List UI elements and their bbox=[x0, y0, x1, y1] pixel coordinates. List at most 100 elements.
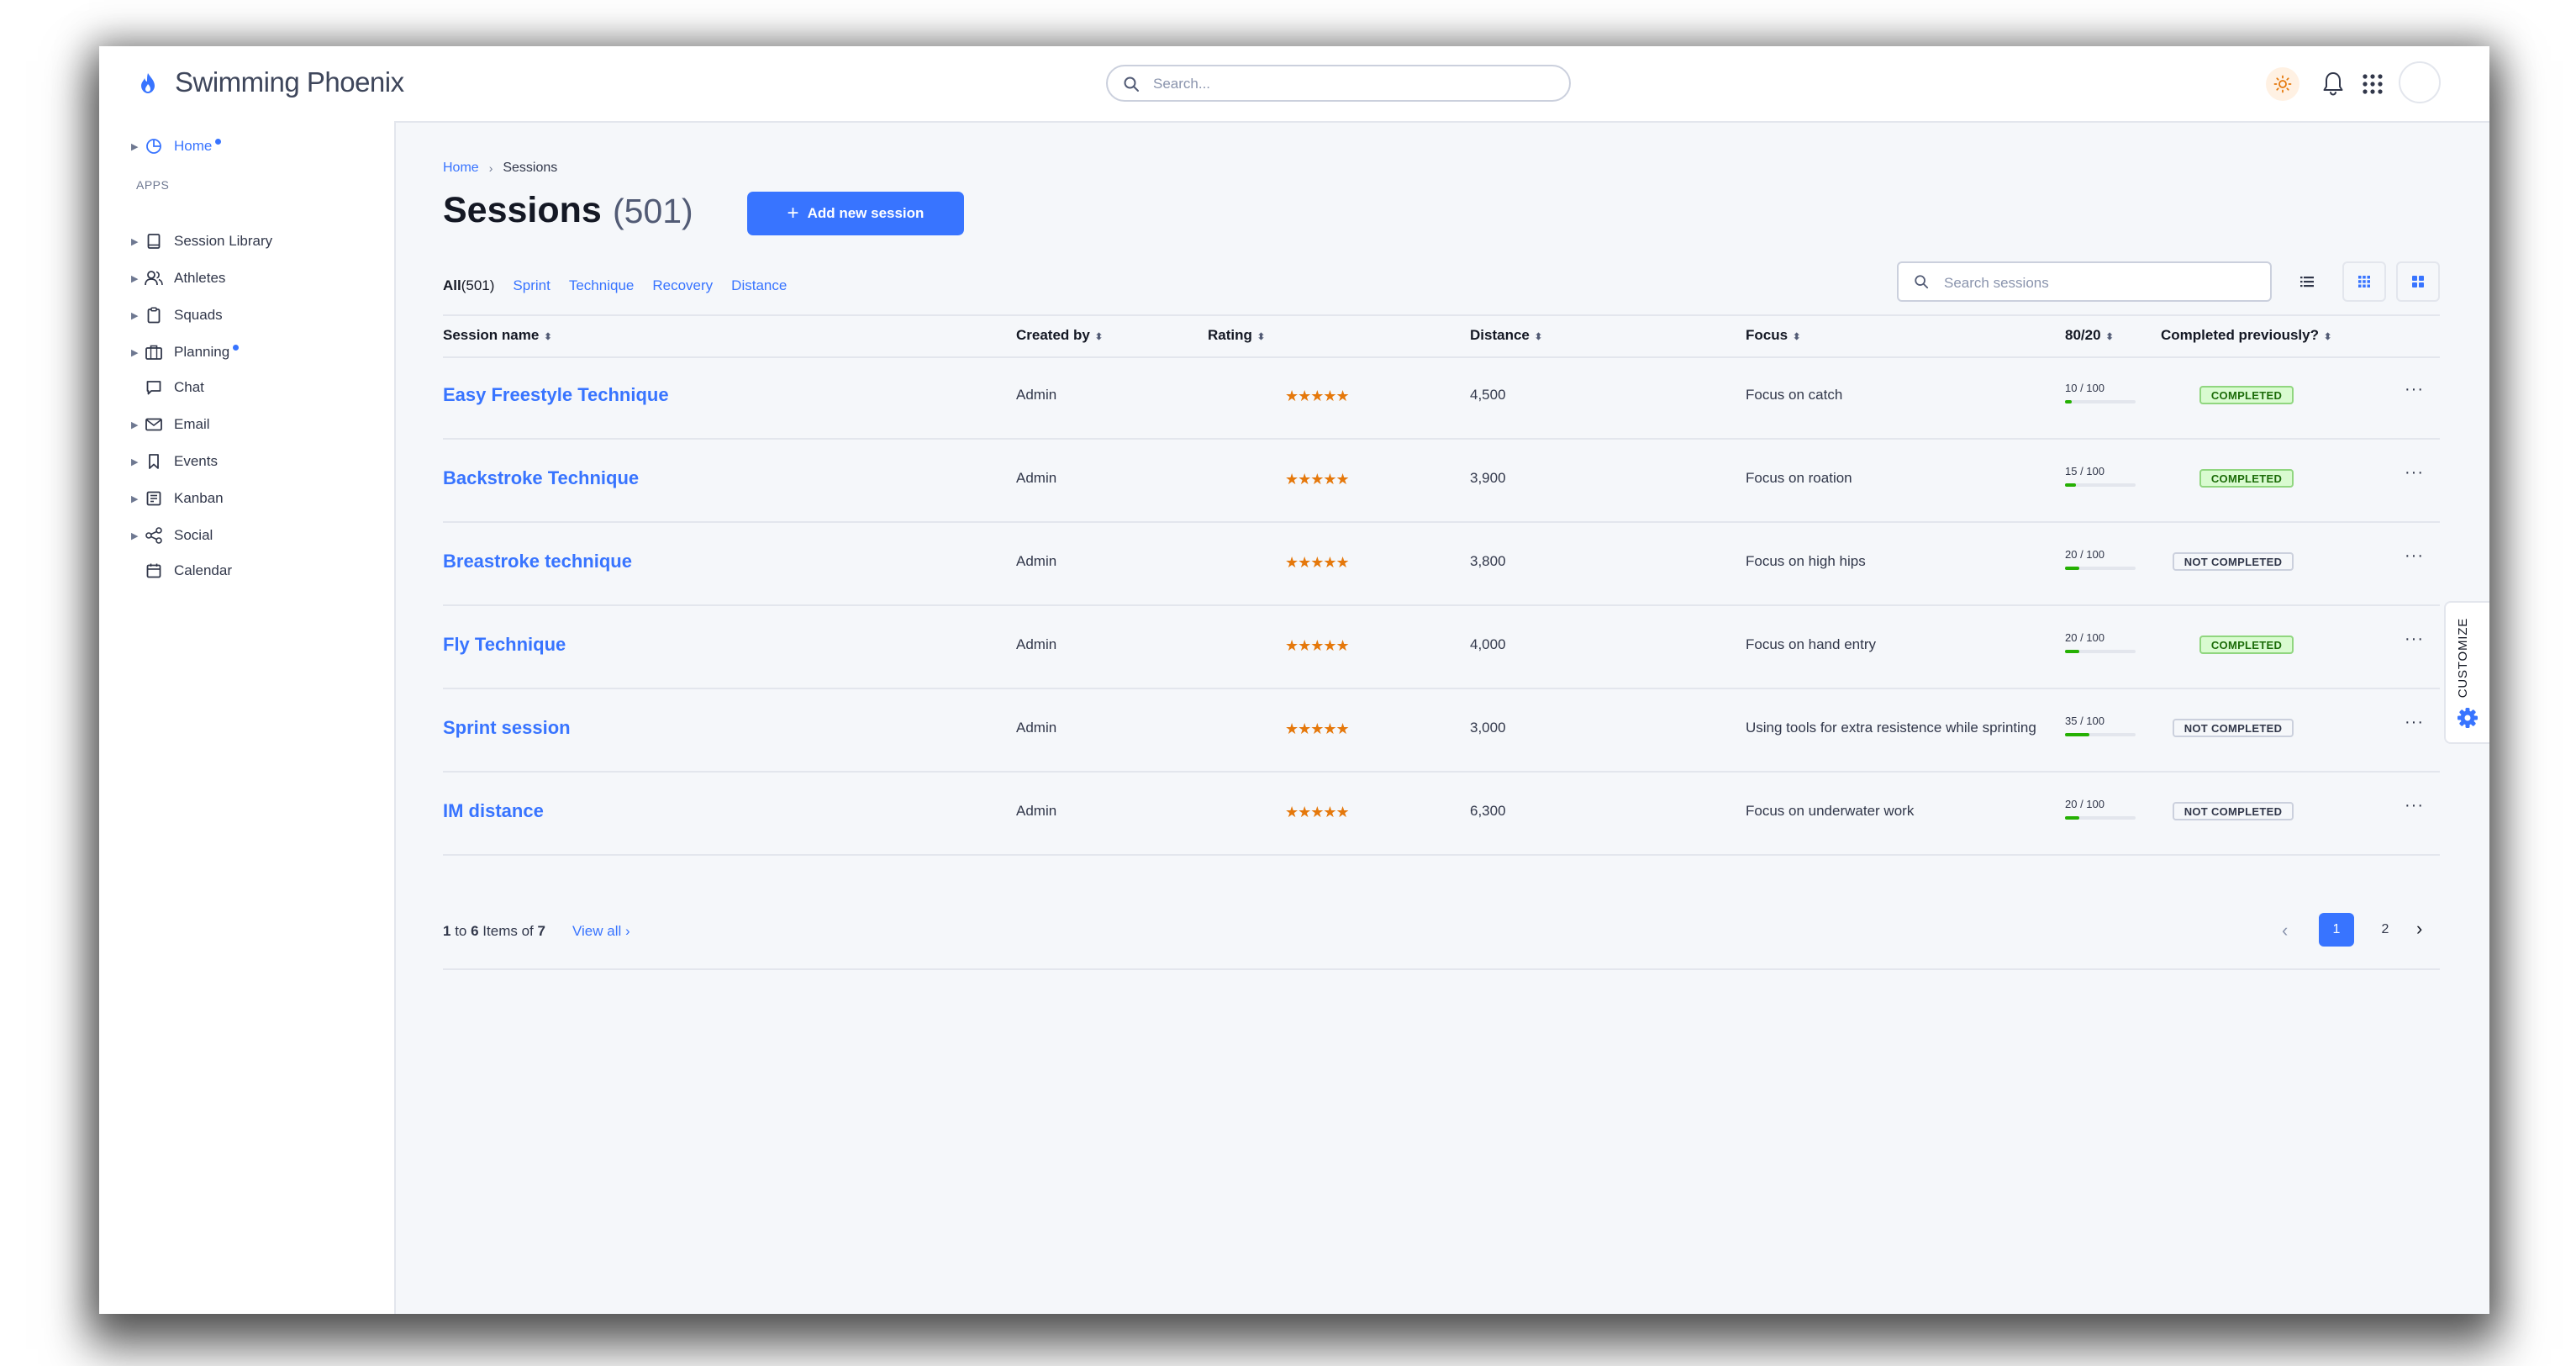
star-rating: ★★★★★ bbox=[1285, 637, 1350, 654]
created-by: Admin bbox=[1016, 803, 1057, 819]
pagination-page-2[interactable]: 2 bbox=[2368, 913, 2403, 947]
table-row[interactable]: Fly Technique Admin ★★★★★ 4,000 Focus on… bbox=[443, 604, 2440, 689]
list-icon bbox=[2300, 277, 2314, 287]
global-search-input[interactable] bbox=[1151, 73, 1550, 95]
table-search-input[interactable] bbox=[1942, 272, 2257, 294]
customize-panel-toggle[interactable]: CUSTOMIZE bbox=[2444, 601, 2489, 744]
sidebar-item-label: Session Library bbox=[174, 233, 273, 249]
global-search[interactable] bbox=[1106, 65, 1571, 102]
distance-value: 3,800 bbox=[1470, 553, 1506, 569]
board-view-button[interactable] bbox=[2396, 261, 2440, 302]
sidebar-item-social[interactable]: ▶ Social bbox=[131, 523, 213, 548]
notification-dot bbox=[215, 138, 222, 145]
pagination-next-icon[interactable]: › bbox=[2416, 918, 2422, 940]
pagination-prev-icon[interactable]: ‹ bbox=[2282, 920, 2288, 941]
sidebar-item-kanban[interactable]: ▶ Kanban bbox=[131, 486, 224, 511]
created-by: Admin bbox=[1016, 470, 1057, 486]
sidebar-item-events[interactable]: ▶ Events bbox=[131, 449, 218, 474]
grid-large-icon bbox=[2412, 276, 2424, 287]
session-name-link[interactable]: Backstroke Technique bbox=[443, 467, 639, 489]
sidebar-item-label: Email bbox=[174, 416, 210, 432]
caret-right-icon: ▶ bbox=[131, 141, 139, 152]
sidebar-item-calendar[interactable]: ▶ Calendar bbox=[131, 558, 232, 583]
more-actions-icon[interactable]: ··· bbox=[2405, 380, 2424, 399]
distance-value: 4,500 bbox=[1470, 387, 1506, 403]
caret-right-icon: ▶ bbox=[131, 530, 139, 541]
clipboard-icon bbox=[145, 306, 163, 324]
filter-tab-all[interactable]: All(501) bbox=[443, 277, 494, 294]
session-name-link[interactable]: Easy Freestyle Technique bbox=[443, 384, 669, 406]
session-name-link[interactable]: Sprint session bbox=[443, 717, 571, 739]
app-name[interactable]: Swimming Phoenix bbox=[175, 66, 404, 98]
plus-icon: + bbox=[787, 202, 799, 224]
filter-tab-distance[interactable]: Distance bbox=[731, 277, 787, 294]
filter-all-count: (501) bbox=[461, 277, 495, 293]
progress-fill bbox=[2065, 816, 2079, 820]
more-actions-icon[interactable]: ··· bbox=[2405, 630, 2424, 649]
more-actions-icon[interactable]: ··· bbox=[2405, 546, 2424, 566]
theme-toggle-button[interactable] bbox=[2266, 67, 2299, 101]
column-header-focus[interactable]: Focus ⬍ bbox=[1746, 327, 1800, 344]
column-header-label: Completed previously? bbox=[2161, 327, 2319, 343]
more-actions-icon[interactable]: ··· bbox=[2405, 463, 2424, 483]
progress-fill bbox=[2065, 400, 2073, 403]
pie-chart-icon bbox=[145, 137, 163, 156]
column-header-label: Session name bbox=[443, 327, 540, 343]
range-to: 6 bbox=[471, 923, 479, 939]
flame-logo-icon[interactable] bbox=[140, 72, 156, 94]
chevron-right-icon: › bbox=[625, 923, 630, 939]
column-header-80-20[interactable]: 80/20 ⬍ bbox=[2065, 327, 2114, 344]
ratio-progress: 20 / 100 bbox=[2065, 798, 2136, 820]
bell-icon[interactable] bbox=[2322, 71, 2344, 96]
table-row[interactable]: Backstroke Technique Admin ★★★★★ 3,900 F… bbox=[443, 438, 2440, 523]
sidebar-item-email[interactable]: ▶ Email bbox=[131, 412, 210, 437]
user-avatar[interactable] bbox=[2399, 61, 2441, 103]
sidebar-item-chat[interactable]: ▶ Chat bbox=[131, 375, 204, 400]
star-rating: ★★★★★ bbox=[1285, 554, 1350, 571]
share-icon bbox=[145, 526, 163, 545]
list-view-button[interactable] bbox=[2285, 261, 2329, 302]
table-row[interactable]: IM distance Admin ★★★★★ 6,300 Focus on u… bbox=[443, 771, 2440, 856]
column-header-completed-previously[interactable]: Completed previously? ⬍ bbox=[2161, 327, 2331, 344]
table-row[interactable]: Breastroke technique Admin ★★★★★ 3,800 F… bbox=[443, 521, 2440, 606]
sidebar-item-session-library[interactable]: ▶ Session Library bbox=[131, 229, 272, 254]
table-search[interactable] bbox=[1897, 261, 2272, 302]
apps-grid-icon[interactable] bbox=[2363, 74, 2383, 94]
star-rating: ★★★★★ bbox=[1285, 388, 1350, 404]
sidebar-item-athletes[interactable]: ▶ Athletes bbox=[131, 266, 225, 291]
ratio-progress: 35 / 100 bbox=[2065, 715, 2136, 736]
sidebar-item-home[interactable]: ▶ Home bbox=[131, 134, 222, 159]
filter-tab-technique[interactable]: Technique bbox=[569, 277, 635, 294]
breadcrumb-home-link[interactable]: Home bbox=[443, 161, 479, 176]
created-by: Admin bbox=[1016, 553, 1057, 569]
created-by: Admin bbox=[1016, 387, 1057, 403]
filter-tab-sprint[interactable]: Sprint bbox=[513, 277, 550, 294]
view-all-link[interactable]: View all › bbox=[572, 923, 630, 940]
progress-fill bbox=[2065, 733, 2090, 736]
progress-bar bbox=[2065, 567, 2136, 570]
add-new-session-button[interactable]: + Add new session bbox=[747, 192, 964, 235]
pagination-page-1[interactable]: 1 bbox=[2319, 913, 2354, 947]
sidebar-item-planning[interactable]: ▶ Planning bbox=[131, 340, 240, 365]
notification-dot bbox=[233, 344, 240, 351]
table-row[interactable]: Easy Freestyle Technique Admin ★★★★★ 4,5… bbox=[443, 355, 2440, 440]
session-name-link[interactable]: Breastroke technique bbox=[443, 551, 632, 572]
progress-fill bbox=[2065, 567, 2079, 570]
progress-bar bbox=[2065, 650, 2136, 653]
session-name-link[interactable]: Fly Technique bbox=[443, 634, 566, 656]
session-name-link[interactable]: IM distance bbox=[443, 800, 544, 822]
table-row[interactable]: Sprint session Admin ★★★★★ 3,000 Using t… bbox=[443, 688, 2440, 773]
column-header-session-name[interactable]: Session name ⬍ bbox=[443, 327, 552, 344]
sidebar-item-label: Squads bbox=[174, 307, 223, 323]
progress-bar bbox=[2065, 400, 2136, 403]
more-actions-icon[interactable]: ··· bbox=[2405, 796, 2424, 815]
ratio-progress: 15 / 100 bbox=[2065, 465, 2136, 487]
sidebar-item-squads[interactable]: ▶ Squads bbox=[131, 303, 223, 328]
column-header-distance[interactable]: Distance ⬍ bbox=[1470, 327, 1542, 344]
more-actions-icon[interactable]: ··· bbox=[2405, 713, 2424, 732]
filter-tab-recovery[interactable]: Recovery bbox=[652, 277, 713, 294]
column-header-rating[interactable]: Rating ⬍ bbox=[1208, 327, 1265, 344]
grid-view-button[interactable] bbox=[2342, 261, 2386, 302]
column-header-created-by[interactable]: Created by ⬍ bbox=[1016, 327, 1103, 344]
caret-right-icon: ▶ bbox=[131, 273, 139, 284]
